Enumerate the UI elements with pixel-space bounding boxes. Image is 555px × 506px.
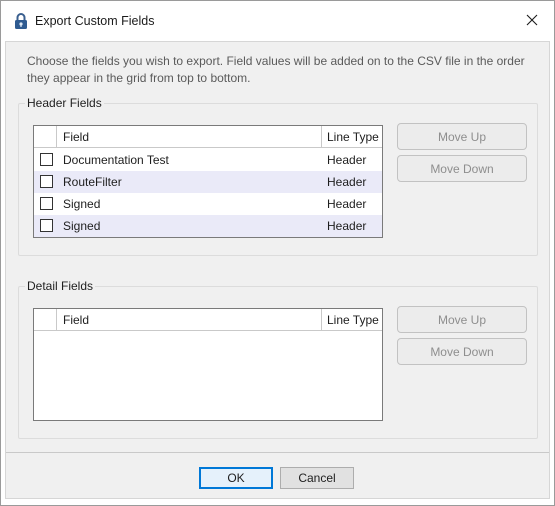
cancel-button[interactable]: Cancel (280, 467, 354, 489)
detail-move-up-button[interactable]: Move Up (397, 306, 527, 333)
field-cell: Signed (63, 219, 101, 233)
dialog-body: Choose the fields you wish to export. Fi… (5, 41, 550, 499)
column-header-line-type[interactable]: Line Type (322, 126, 382, 148)
ok-button[interactable]: OK (199, 467, 273, 489)
row-selector-header[interactable] (34, 309, 57, 331)
lock-icon (14, 12, 28, 30)
detail-fields-group: Detail Fields Field Line Type Move Up Mo… (18, 279, 538, 439)
detail-fields-label: Detail Fields (25, 279, 96, 293)
header-fields-grid[interactable]: Field Line Type Documentation Test Heade… (33, 125, 383, 238)
detail-move-down-button[interactable]: Move Down (397, 338, 527, 365)
close-button[interactable] (513, 5, 551, 37)
grid-header: Field Line Type (34, 126, 382, 148)
row-checkbox[interactable] (40, 175, 53, 188)
field-cell: Signed (63, 197, 101, 211)
row-checkbox[interactable] (40, 153, 53, 166)
close-icon (526, 14, 538, 29)
table-row[interactable]: Signed Header (34, 215, 382, 237)
line-type-cell: Header (327, 175, 367, 189)
table-row[interactable]: RouteFilter Header (34, 171, 382, 193)
column-header-line-type[interactable]: Line Type (322, 309, 382, 331)
line-type-cell: Header (327, 153, 367, 167)
line-type-cell: Header (327, 219, 367, 233)
row-checkbox[interactable] (40, 197, 53, 210)
grid-header: Field Line Type (34, 309, 382, 331)
column-header-field[interactable]: Field (57, 126, 322, 148)
header-fields-group: Header Fields Field Line Type Documentat… (18, 96, 538, 256)
field-cell: Documentation Test (63, 153, 169, 167)
row-selector-header[interactable] (34, 126, 57, 148)
window-title: Export Custom Fields (35, 14, 155, 28)
instructions-text: Choose the fields you wish to export. Fi… (27, 54, 525, 85)
header-move-up-button[interactable]: Move Up (397, 123, 527, 150)
export-custom-fields-dialog: Export Custom Fields Choose the fields y… (0, 0, 555, 506)
detail-fields-grid[interactable]: Field Line Type (33, 308, 383, 421)
table-row[interactable]: Documentation Test Header (34, 149, 382, 171)
line-type-cell: Header (327, 197, 367, 211)
field-cell: RouteFilter (63, 175, 122, 189)
dialog-footer: OK Cancel (6, 452, 549, 498)
row-checkbox[interactable] (40, 219, 53, 232)
header-move-down-button[interactable]: Move Down (397, 155, 527, 182)
column-header-field[interactable]: Field (57, 309, 322, 331)
table-row[interactable]: Signed Header (34, 193, 382, 215)
title-bar[interactable]: Export Custom Fields (1, 1, 554, 41)
header-fields-label: Header Fields (25, 96, 104, 110)
